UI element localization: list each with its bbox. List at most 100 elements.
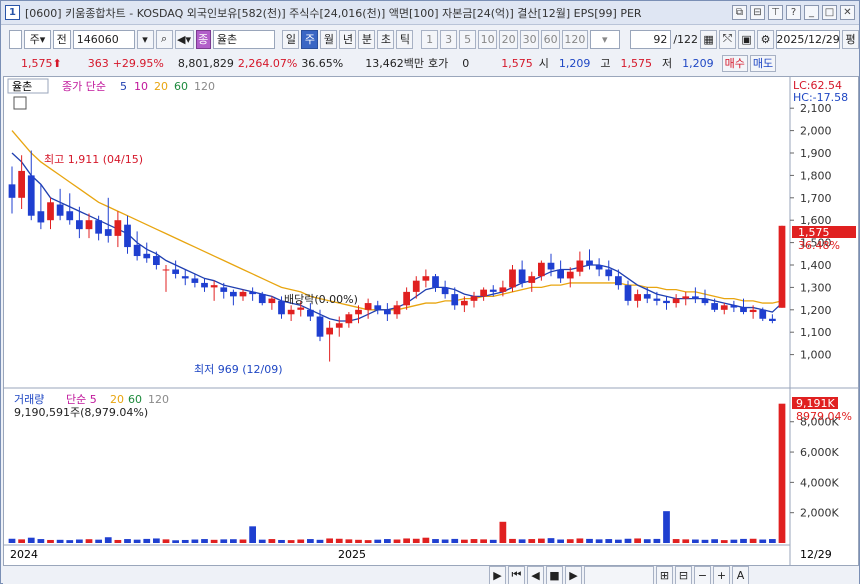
- volume-bar: [335, 538, 343, 543]
- price-tick-label: 1,100: [800, 326, 832, 339]
- volume-bar: [576, 538, 584, 543]
- volume-legend-120: 120: [148, 393, 169, 406]
- candle-body: [18, 170, 25, 198]
- interval-120[interactable]: 120: [562, 29, 588, 49]
- save-icon[interactable]: ▣: [738, 29, 756, 49]
- stock-name-field[interactable]: 율촌: [212, 29, 275, 49]
- custom-interval-select[interactable]: ▾: [589, 29, 620, 49]
- volume-bar: [172, 540, 179, 543]
- tool-2-icon[interactable]: ⊟: [675, 565, 692, 584]
- pause-icon[interactable]: ▶: [565, 565, 582, 584]
- candle-body: [8, 184, 16, 198]
- interval-30[interactable]: 30: [520, 29, 540, 49]
- volume-bar: [95, 539, 102, 543]
- candle-body: [201, 282, 208, 288]
- settings-icon[interactable]: ⚙: [757, 29, 775, 49]
- link-icon[interactable]: ⊟: [750, 5, 765, 20]
- chart-type-icon[interactable]: ⤲: [719, 29, 737, 49]
- period-year[interactable]: 년: [339, 29, 357, 49]
- volume-bar: [682, 539, 690, 543]
- navigation-bar: ▶ ⏮ ◀ ■ ▶ ⊞ ⊟ − + A: [3, 565, 859, 584]
- candle-body: [66, 211, 74, 221]
- interval-5[interactable]: 5: [459, 29, 477, 49]
- volume-bar: [153, 538, 160, 543]
- rewind-icon[interactable]: ⏮: [508, 565, 525, 584]
- volume-bar: [201, 539, 208, 543]
- candle-body: [489, 289, 497, 292]
- candle-body: [711, 303, 718, 310]
- minimize-icon[interactable]: _: [804, 5, 819, 20]
- search-icon[interactable]: ⌕: [155, 29, 173, 49]
- interval-10[interactable]: 10: [478, 29, 498, 49]
- interval-20[interactable]: 20: [499, 29, 519, 49]
- interval-60[interactable]: 60: [541, 29, 561, 49]
- ma-legend-5: 5: [120, 80, 127, 93]
- price-type-button[interactable]: 전: [52, 29, 71, 49]
- help-icon[interactable]: ?: [786, 5, 801, 20]
- checkbox[interactable]: [9, 29, 23, 49]
- grid-icon[interactable]: ▦: [700, 29, 718, 49]
- grid-toggle-icon[interactable]: [13, 96, 27, 110]
- ratio-button[interactable]: 평: [842, 29, 860, 49]
- font-size-icon[interactable]: A: [732, 565, 749, 584]
- candle-body: [595, 265, 603, 270]
- candle-body: [769, 318, 776, 321]
- close-icon[interactable]: ✕: [840, 5, 855, 20]
- speaker-icon[interactable]: ◀▾: [174, 29, 194, 49]
- volume-bar: [461, 539, 468, 543]
- zoom-in-icon[interactable]: +: [713, 565, 730, 584]
- period-day[interactable]: 일: [282, 29, 300, 49]
- tool-1-icon[interactable]: ⊞: [656, 565, 673, 584]
- stop-icon[interactable]: ■: [546, 565, 563, 584]
- volume-bar: [191, 539, 199, 543]
- volume-value: 8,801,829: [177, 56, 234, 70]
- period-tick[interactable]: 틱: [396, 29, 414, 49]
- chart-area[interactable]: 2,100 2,000 1,900 1,800 1,700 1,600 1,500 1,400…: [3, 76, 859, 566]
- candle-body: [441, 287, 449, 295]
- open-price: 1,209: [558, 56, 591, 70]
- volume-legend-label: 거래량: [14, 393, 44, 406]
- code-input[interactable]: 146060: [72, 29, 135, 49]
- buy-button[interactable]: 매수: [721, 54, 748, 72]
- candlestick-chart[interactable]: 2,1002,0001,9001,8001,7001,6001,5001,400…: [4, 77, 858, 565]
- price-tick-label: 1,200: [800, 304, 832, 317]
- sell-button[interactable]: 매도: [749, 54, 777, 72]
- period-minute[interactable]: 분: [358, 29, 376, 49]
- candle-body: [230, 291, 237, 297]
- candle-body: [307, 309, 314, 317]
- interval-3[interactable]: 3: [440, 29, 458, 49]
- interval-1[interactable]: 1: [421, 29, 439, 49]
- period-week[interactable]: 주: [301, 29, 319, 49]
- volume-bar: [749, 538, 757, 543]
- play-icon[interactable]: ◀: [527, 565, 544, 584]
- maximize-icon[interactable]: □: [822, 5, 837, 20]
- scroll-right-icon[interactable]: ▶: [489, 565, 506, 584]
- date-field[interactable]: 2025/12/29: [776, 29, 841, 49]
- volume-bar: [538, 538, 545, 543]
- candle-body: [730, 305, 738, 308]
- pin-icon[interactable]: ⊤: [768, 5, 783, 20]
- ma-legend-10: 10: [134, 80, 148, 93]
- candle-body: [778, 225, 786, 308]
- scroll-track[interactable]: [584, 565, 654, 584]
- candle-body: [355, 309, 362, 315]
- hc-label: HC:-17.58: [793, 91, 848, 104]
- count-input[interactable]: 92: [629, 29, 672, 49]
- volume-bar: [692, 539, 699, 543]
- volume-bar: [451, 538, 459, 543]
- candle-body: [499, 287, 507, 292]
- up-arrow-icon: ⬆: [52, 56, 62, 70]
- volume-bar: [162, 539, 170, 543]
- trade-amount: 13,462백만: [365, 57, 424, 70]
- dropdown-icon[interactable]: ▾: [136, 29, 154, 49]
- restore-icon[interactable]: ⧉: [732, 5, 747, 20]
- volume-bar: [412, 538, 420, 543]
- ma-legend-120: 120: [194, 80, 215, 93]
- candle-body: [653, 298, 661, 301]
- period-mode-select[interactable]: 주 ▾: [24, 29, 51, 49]
- period-second[interactable]: 초: [377, 29, 395, 49]
- period-month[interactable]: 월: [320, 29, 338, 49]
- candle-body: [162, 269, 170, 271]
- volume-bar: [653, 538, 661, 543]
- zoom-out-icon[interactable]: −: [694, 565, 711, 584]
